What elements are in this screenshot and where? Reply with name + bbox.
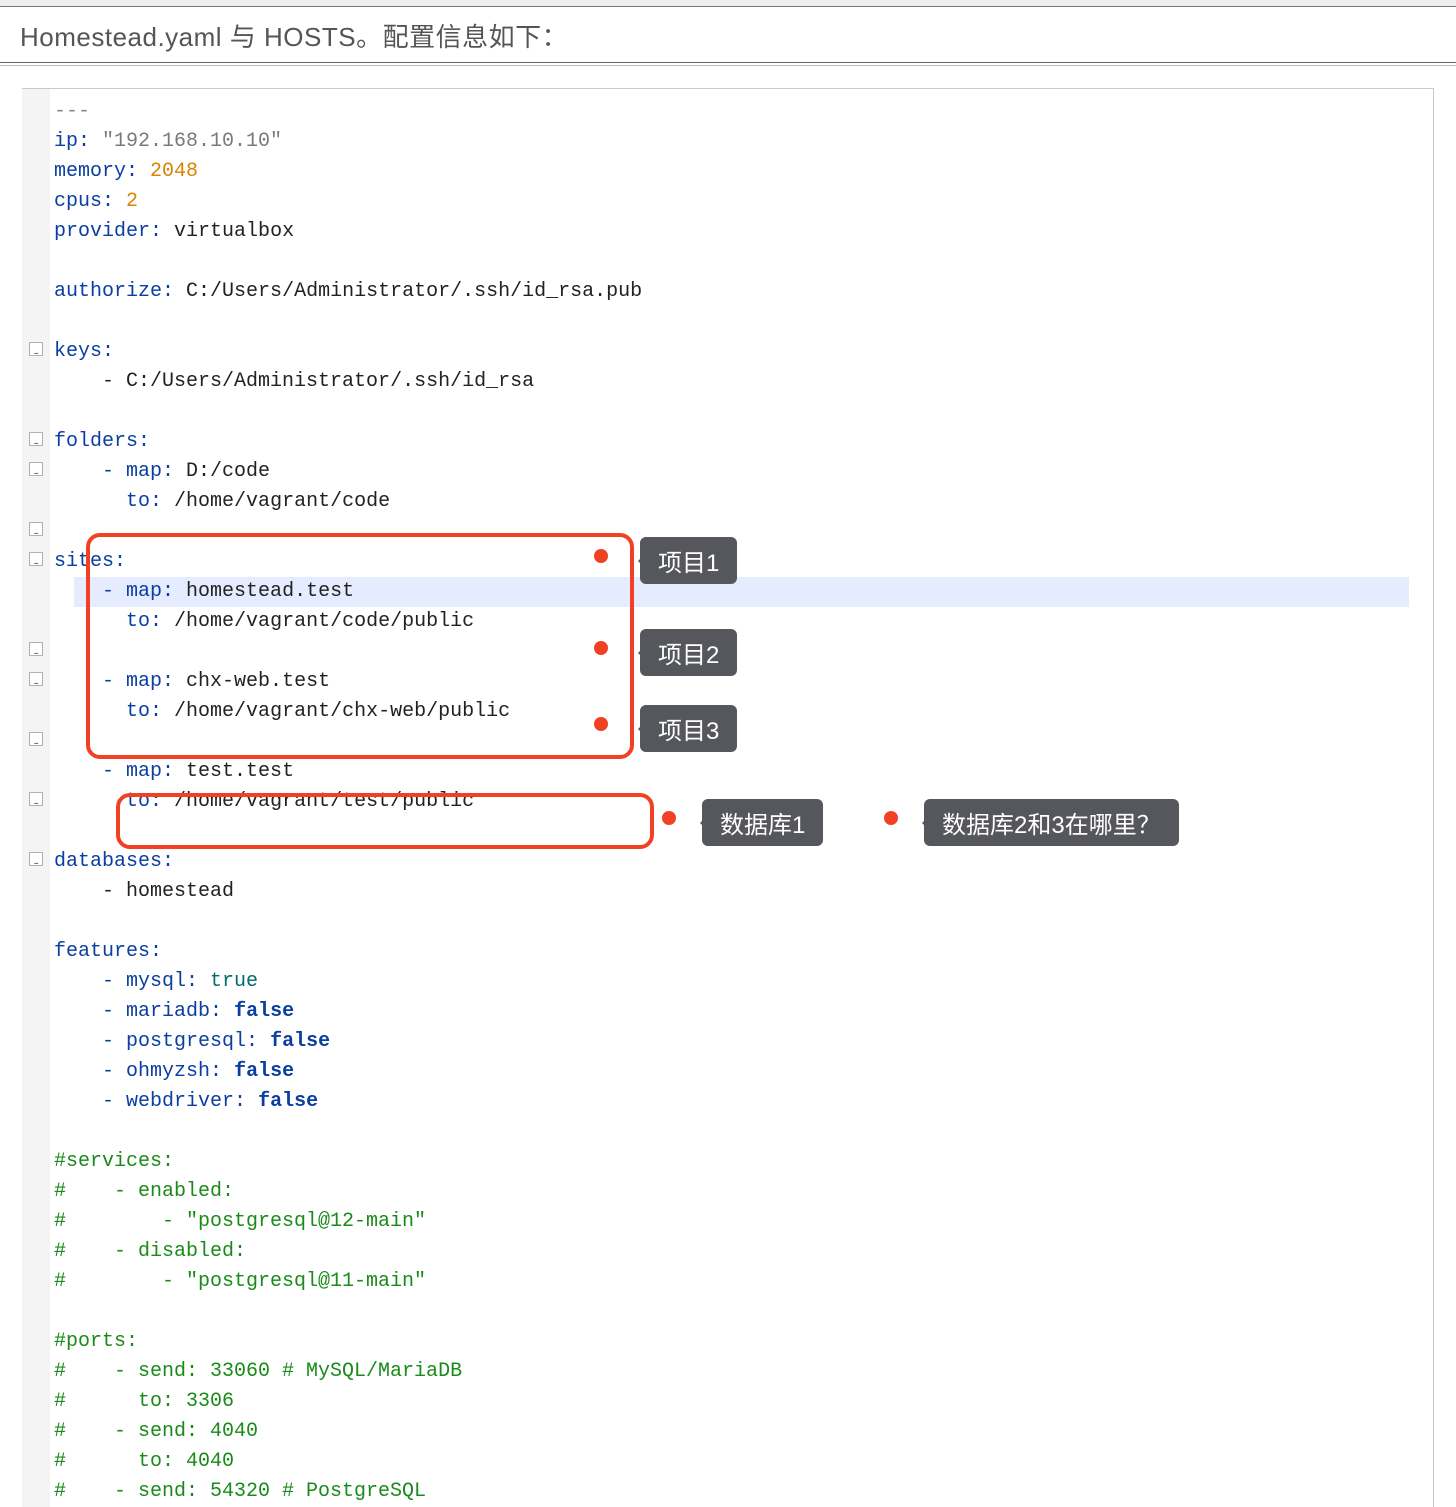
code-val: virtualbox (174, 220, 294, 243)
code-val: test.test (186, 760, 294, 783)
callout-label-db1: 数据库1 (702, 799, 823, 846)
code-key: cpus: (54, 190, 114, 213)
code-val: 2 (126, 190, 138, 213)
code-key: - map: (102, 760, 174, 783)
divider (0, 62, 1456, 63)
page-title: Homestead.yaml 与 HOSTS。配置信息如下： (0, 7, 1456, 62)
code-key: - postgresql: (102, 1030, 258, 1053)
code-comment: # - send: 33060 # MySQL/MariaDB (54, 1360, 462, 1383)
code-val: true (210, 970, 258, 993)
callout-label-2: 项目2 (640, 629, 737, 676)
fold-marker[interactable] (22, 727, 50, 757)
window-top-strip (0, 0, 1456, 7)
code-val: false (234, 1000, 294, 1023)
code-key: ip: (54, 130, 90, 153)
code-key: - map: (102, 460, 174, 483)
code-comment: # - "postgresql@11-main" (54, 1270, 426, 1293)
code-val: "192.168.10.10" (102, 130, 282, 153)
code-key: memory: (54, 160, 138, 183)
code-key: provider: (54, 220, 162, 243)
callout-dot (594, 549, 608, 563)
callout-label-1: 项目1 (640, 537, 737, 584)
callout-dot (594, 717, 608, 731)
fold-marker[interactable] (22, 337, 50, 367)
callout-box-db (116, 793, 654, 849)
fold-marker[interactable] (22, 457, 50, 487)
code-comment: # - disabled: (54, 1240, 246, 1263)
code-val: - homestead (102, 880, 234, 903)
code-val: C:/Users/Administrator/.ssh/id_rsa.pub (186, 280, 642, 303)
code-key: authorize: (54, 280, 174, 303)
fold-marker[interactable] (22, 847, 50, 877)
code-comment: # - send: 54320 # PostgreSQL (54, 1480, 426, 1503)
code-val: /home/vagrant/code (174, 490, 390, 513)
code-editor: --- ip: "192.168.10.10" memory: 2048 cpu… (22, 88, 1434, 1507)
code-key: - webdriver: (102, 1090, 246, 1113)
callout-dot (594, 641, 608, 655)
code-val: - C:/Users/Administrator/.ssh/id_rsa (102, 370, 534, 393)
code-key: keys: (54, 340, 114, 363)
callout-dot (662, 811, 676, 825)
fold-marker[interactable] (22, 667, 50, 697)
code-key: - mariadb: (102, 1000, 222, 1023)
code-val: false (234, 1060, 294, 1083)
code-val: false (258, 1090, 318, 1113)
code-key: features: (54, 940, 162, 963)
code-key: databases: (54, 850, 174, 873)
code-comment: # to: 3306 (54, 1390, 234, 1413)
code-key: - mysql: (102, 970, 198, 993)
callout-label-dbq: 数据库2和3在哪里？ (924, 799, 1179, 846)
code-key: - ohmyzsh: (102, 1060, 222, 1083)
code-val: 2048 (150, 160, 198, 183)
code-line: --- (54, 100, 90, 123)
fold-marker[interactable] (22, 637, 50, 667)
fold-marker[interactable] (22, 787, 50, 817)
fold-marker[interactable] (22, 517, 50, 547)
code-comment: # - enabled: (54, 1180, 234, 1203)
code-comment: #ports: (54, 1330, 138, 1353)
fold-marker[interactable] (22, 427, 50, 457)
code-val: D:/code (186, 460, 270, 483)
callout-box-sites (86, 533, 634, 759)
code-comment: # - send: 4040 (54, 1420, 258, 1443)
code-key: folders: (54, 430, 150, 453)
fold-marker[interactable] (22, 547, 50, 577)
code-val: false (270, 1030, 330, 1053)
callout-label-3: 项目3 (640, 705, 737, 752)
divider-light (0, 65, 1456, 66)
code-comment: #services: (54, 1150, 174, 1173)
code-key: to: (126, 490, 162, 513)
code-comment: # - "postgresql@12-main" (54, 1210, 426, 1233)
callout-dot (884, 811, 898, 825)
